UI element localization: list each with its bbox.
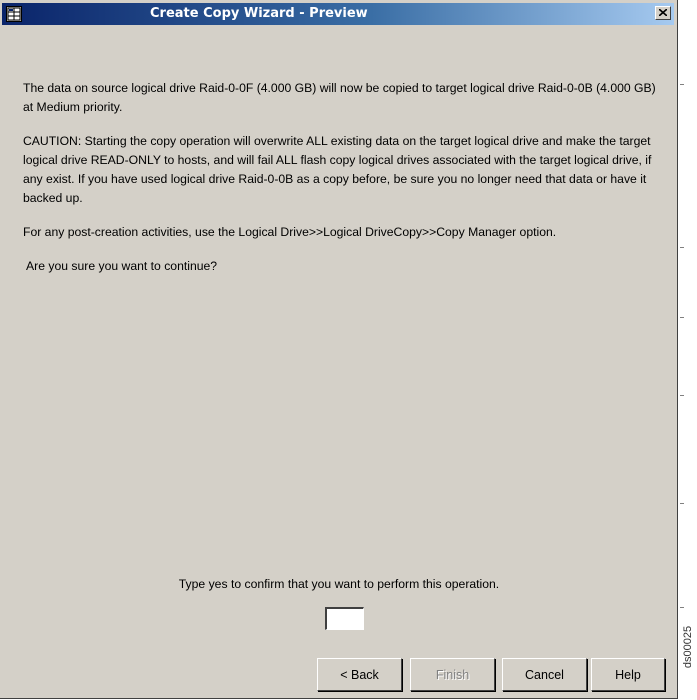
figure-code: ds00025	[682, 625, 694, 669]
edge-tick	[680, 607, 684, 608]
edge-tick	[680, 247, 684, 248]
edge-tick	[680, 503, 684, 504]
wizard-window: Create Copy Wizard - Preview The data on…	[0, 0, 678, 699]
help-button[interactable]: Help	[591, 658, 665, 691]
back-button[interactable]: < Back	[317, 658, 402, 691]
title-bar[interactable]: Create Copy Wizard - Preview	[2, 3, 674, 25]
confirm-label: Type yes to confirm that you want to per…	[178, 577, 500, 591]
post-creation-text: For any post-creation activities, use th…	[23, 225, 557, 239]
message-area: The data on source logical drive Raid-0-…	[23, 79, 663, 291]
edge-tick	[680, 395, 684, 396]
caution-text: CAUTION: Starting the copy operation wil…	[23, 134, 652, 205]
finish-button: Finish	[410, 658, 495, 691]
continue-question: Are you sure you want to continue?	[26, 259, 218, 273]
app-icon	[6, 6, 22, 22]
window-title: Create Copy Wizard - Preview	[150, 6, 368, 21]
copy-summary-text: The data on source logical drive Raid-0-…	[23, 81, 656, 114]
close-icon	[659, 9, 667, 16]
close-button[interactable]	[655, 6, 671, 20]
confirm-input[interactable]	[325, 607, 364, 630]
edge-tick	[680, 317, 684, 318]
cancel-button[interactable]: Cancel	[502, 658, 587, 691]
edge-tick	[680, 84, 684, 85]
